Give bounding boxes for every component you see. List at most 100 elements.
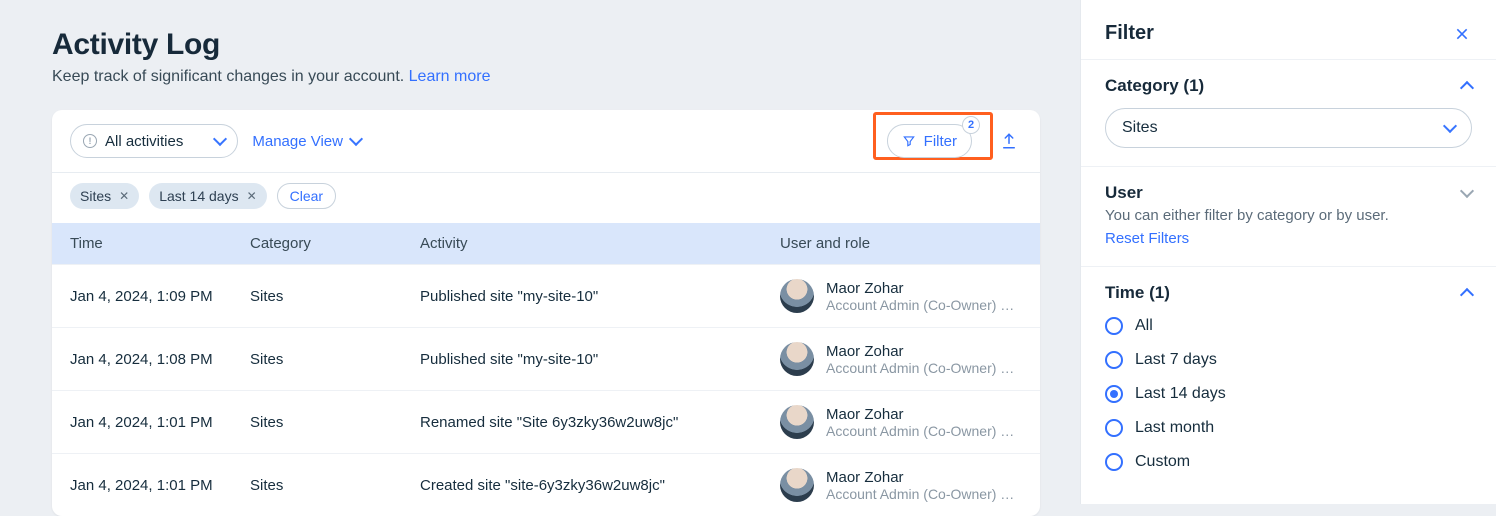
- cell-time: Jan 4, 2024, 1:01 PM: [70, 414, 250, 431]
- user-name: Maor Zohar: [826, 406, 1022, 423]
- avatar: [780, 279, 814, 313]
- radio-icon: [1105, 317, 1123, 335]
- user-role: Account Admin (Co-Owner) & 1 …: [826, 486, 1022, 502]
- close-icon: ✕: [119, 189, 129, 203]
- cell-activity: Renamed site "Site 6y3zky36w2uw8jc": [420, 414, 780, 431]
- table-header: Time Category Activity User and role: [52, 223, 1040, 264]
- radio-icon: [1105, 351, 1123, 369]
- time-option-lastmonth[interactable]: Last month: [1105, 411, 1472, 445]
- cell-category: Sites: [250, 351, 420, 368]
- reset-filters-link[interactable]: Reset Filters: [1105, 230, 1189, 247]
- cell-time: Jan 4, 2024, 1:09 PM: [70, 288, 250, 305]
- chevron-up-icon: [1460, 288, 1474, 302]
- filter-section-user-toggle[interactable]: User: [1105, 183, 1472, 203]
- learn-more-link[interactable]: Learn more: [409, 68, 491, 85]
- user-name: Maor Zohar: [826, 343, 1022, 360]
- cell-activity: Published site "my-site-10": [420, 351, 780, 368]
- close-icon: ✕: [247, 189, 257, 203]
- chevron-down-icon: [1460, 184, 1474, 198]
- filter-panel: Filter Category (1) Sites User You can e…: [1080, 0, 1496, 504]
- table-row[interactable]: Jan 4, 2024, 1:01 PMSitesCreated site "s…: [52, 453, 1040, 516]
- cell-user: Maor ZoharAccount Admin (Co-Owner) & 1 …: [780, 405, 1022, 439]
- col-category: Category: [250, 235, 420, 252]
- close-filter-panel-button[interactable]: [1452, 24, 1472, 44]
- page-subtitle-text: Keep track of significant changes in you…: [52, 68, 409, 85]
- table-row[interactable]: Jan 4, 2024, 1:01 PMSitesRenamed site "S…: [52, 390, 1040, 453]
- filter-section-time: Time (1) All Last 7 days Last 14 days La…: [1081, 266, 1496, 497]
- user-role: Account Admin (Co-Owner) & 1 …: [826, 360, 1022, 376]
- time-option-all[interactable]: All: [1105, 309, 1472, 343]
- user-lines: Maor ZoharAccount Admin (Co-Owner) & 1 …: [826, 280, 1022, 313]
- table-body: Jan 4, 2024, 1:09 PMSitesPublished site …: [52, 264, 1040, 516]
- filter-count-badge: 2: [962, 116, 980, 134]
- radio-icon: [1105, 453, 1123, 471]
- clear-filters-button[interactable]: Clear: [277, 183, 336, 209]
- time-option-last14[interactable]: Last 14 days: [1105, 377, 1472, 411]
- activities-dropdown-label: All activities: [105, 133, 183, 150]
- user-lines: Maor ZoharAccount Admin (Co-Owner) & 1 …: [826, 406, 1022, 439]
- chevron-down-icon: [213, 132, 227, 146]
- time-option-label: Last 14 days: [1135, 385, 1226, 403]
- filter-section-time-heading: Time (1): [1105, 283, 1170, 303]
- col-user: User and role: [780, 235, 1022, 252]
- cell-user: Maor ZoharAccount Admin (Co-Owner) & 1 …: [780, 468, 1022, 502]
- user-role: Account Admin (Co-Owner) & 1 …: [826, 297, 1022, 313]
- cell-user: Maor ZoharAccount Admin (Co-Owner) & 1 …: [780, 279, 1022, 313]
- filter-section-user-hint: You can either filter by category or by …: [1105, 207, 1472, 224]
- filter-area: Filter 2: [887, 124, 972, 158]
- table-row[interactable]: Jan 4, 2024, 1:09 PMSitesPublished site …: [52, 264, 1040, 327]
- close-icon: [1454, 26, 1470, 42]
- filter-button-label: Filter: [924, 133, 957, 150]
- filter-icon: [902, 134, 916, 148]
- radio-icon: [1105, 419, 1123, 437]
- cell-time: Jan 4, 2024, 1:08 PM: [70, 351, 250, 368]
- filter-button[interactable]: Filter: [887, 124, 972, 158]
- manage-view-button[interactable]: Manage View: [252, 133, 361, 150]
- filter-section-user: User You can either filter by category o…: [1081, 166, 1496, 266]
- activity-card: ! All activities Manage View Filter 2: [52, 110, 1040, 516]
- time-option-label: Custom: [1135, 453, 1190, 471]
- chevron-down-icon: [349, 132, 363, 146]
- filter-pill-wrap: Filter 2: [887, 124, 972, 158]
- filter-panel-header: Filter: [1081, 0, 1496, 59]
- filter-section-category: Category (1) Sites: [1081, 59, 1496, 166]
- page-subtitle: Keep track of significant changes in you…: [52, 68, 1040, 86]
- filter-section-category-toggle[interactable]: Category (1): [1105, 76, 1472, 96]
- filter-section-category-heading: Category (1): [1105, 76, 1204, 96]
- cell-time: Jan 4, 2024, 1:01 PM: [70, 477, 250, 494]
- time-option-custom[interactable]: Custom: [1105, 445, 1472, 479]
- time-option-label: Last 7 days: [1135, 351, 1217, 369]
- time-option-last7[interactable]: Last 7 days: [1105, 343, 1472, 377]
- user-role: Account Admin (Co-Owner) & 1 …: [826, 423, 1022, 439]
- cell-activity: Created site "site-6y3zky36w2uw8jc": [420, 477, 780, 494]
- category-select-value: Sites: [1122, 119, 1158, 137]
- cell-user: Maor ZoharAccount Admin (Co-Owner) & 1 …: [780, 342, 1022, 376]
- filter-section-time-toggle[interactable]: Time (1): [1105, 283, 1472, 303]
- activities-dropdown[interactable]: ! All activities: [70, 124, 238, 158]
- main-content: Activity Log Keep track of significant c…: [0, 0, 1080, 504]
- table-row[interactable]: Jan 4, 2024, 1:08 PMSitesPublished site …: [52, 327, 1040, 390]
- page-title: Activity Log: [52, 28, 1040, 62]
- time-option-label: All: [1135, 317, 1153, 335]
- cell-category: Sites: [250, 288, 420, 305]
- filter-chip[interactable]: Sites ✕: [70, 183, 139, 209]
- filter-panel-title: Filter: [1105, 22, 1154, 45]
- filter-chip[interactable]: Last 14 days ✕: [149, 183, 266, 209]
- col-time: Time: [70, 235, 250, 252]
- radio-icon: [1105, 385, 1123, 403]
- avatar: [780, 342, 814, 376]
- cell-category: Sites: [250, 414, 420, 431]
- filter-chip-label: Last 14 days: [159, 188, 238, 204]
- chevron-down-icon: [1443, 119, 1457, 133]
- avatar: [780, 405, 814, 439]
- user-name: Maor Zohar: [826, 280, 1022, 297]
- category-select[interactable]: Sites: [1105, 108, 1472, 148]
- chevron-up-icon: [1460, 81, 1474, 95]
- export-button[interactable]: [996, 128, 1022, 154]
- user-lines: Maor ZoharAccount Admin (Co-Owner) & 1 …: [826, 469, 1022, 502]
- filter-section-user-heading: User: [1105, 183, 1143, 203]
- avatar: [780, 468, 814, 502]
- active-filters-row: Sites ✕ Last 14 days ✕ Clear: [52, 172, 1040, 223]
- filter-chip-label: Sites: [80, 188, 111, 204]
- user-lines: Maor ZoharAccount Admin (Co-Owner) & 1 …: [826, 343, 1022, 376]
